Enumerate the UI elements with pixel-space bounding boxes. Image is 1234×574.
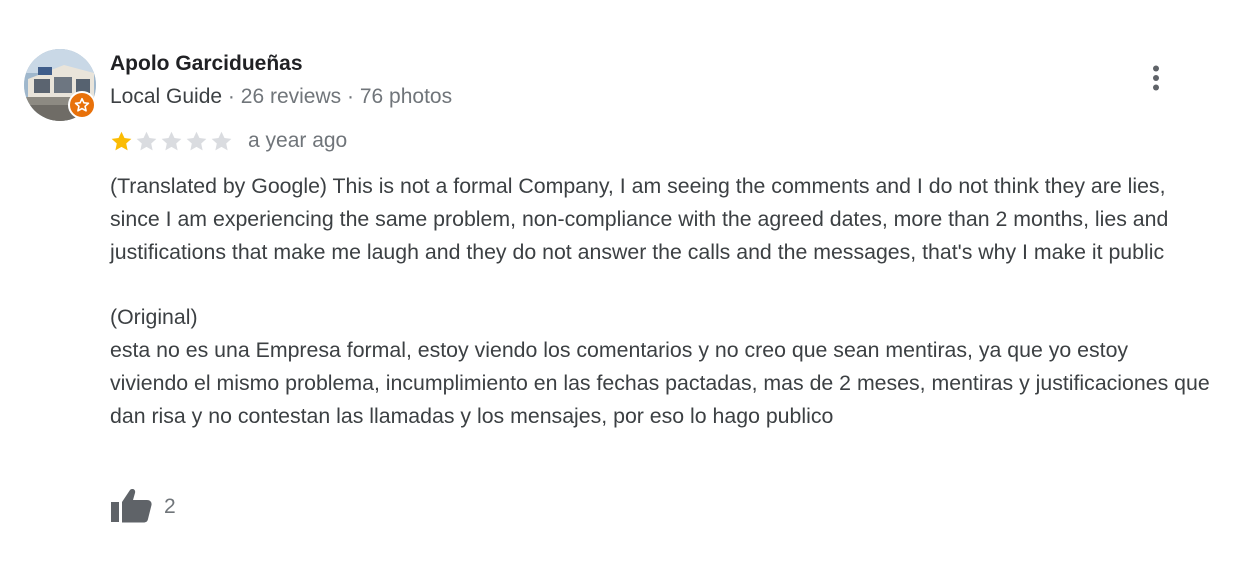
review-date: a year ago	[248, 129, 348, 152]
star-empty-icon	[186, 131, 207, 150]
star-rating	[110, 130, 233, 153]
more-vert-icon	[1152, 65, 1160, 96]
author-avatar[interactable]	[24, 49, 98, 123]
like-button[interactable]	[110, 486, 154, 528]
thumbs-up-icon	[110, 487, 152, 528]
like-row: 2	[110, 486, 176, 528]
photo-count: 76 photos	[359, 85, 453, 108]
meta-separator: ·	[347, 85, 354, 108]
author-name[interactable]: Apolo Garcidueñas	[110, 52, 303, 76]
review-card: Apolo Garcidueñas Local Guide · 26 revie…	[0, 0, 1234, 574]
author-meta: Local Guide · 26 reviews · 76 photos	[110, 85, 452, 109]
star-empty-icon	[161, 131, 182, 150]
more-options-button[interactable]	[1136, 60, 1176, 100]
local-guide-label: Local Guide	[110, 85, 223, 108]
translated-review-text: (Translated by Google) This is not a for…	[110, 174, 1169, 264]
meta-separator: ·	[227, 85, 235, 108]
local-guide-star-icon	[68, 91, 96, 119]
star-empty-icon	[211, 131, 232, 150]
original-label: (Original)	[110, 305, 198, 330]
like-count: 2	[164, 495, 176, 518]
rating-row: a year ago	[110, 126, 347, 156]
review-body: (Translated by Google) This is not a for…	[110, 170, 1210, 432]
review-count: 26 reviews	[240, 85, 342, 108]
star-empty-icon	[136, 131, 157, 150]
star-filled-icon	[111, 131, 132, 150]
original-review-text: esta no es una Empresa formal, estoy vie…	[110, 337, 1210, 428]
